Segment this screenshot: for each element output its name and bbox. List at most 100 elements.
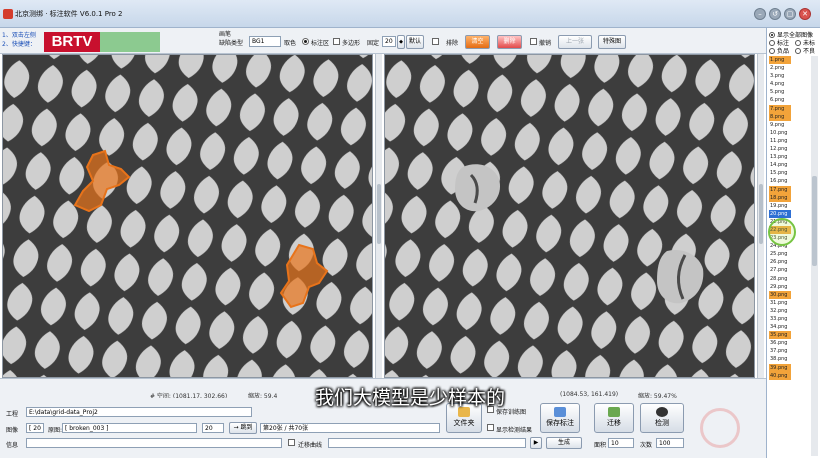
file-list-item[interactable]: 1.png <box>769 56 791 65</box>
origin-image-field[interactable]: [ broken_003 ] <box>62 423 197 433</box>
file-list-item[interactable]: 29.png <box>769 283 791 291</box>
show-detect-checkbox[interactable] <box>487 424 494 431</box>
jump-index-field[interactable]: 20 <box>202 423 224 433</box>
file-list-item[interactable]: 39.png <box>769 363 791 372</box>
image-index-field[interactable]: [ 20 ] <box>26 423 44 433</box>
color-label: 取色 <box>284 40 297 47</box>
clear-button[interactable]: 清空 <box>465 35 490 49</box>
show-detect-label: 显示检测结果 <box>496 427 533 434</box>
folder-button-label: 文件夹 <box>453 419 475 427</box>
file-list-item[interactable]: 31.png <box>769 299 791 307</box>
area-field[interactable]: 10 <box>608 438 634 448</box>
file-list-item[interactable]: 27.png <box>769 266 791 274</box>
file-list-item[interactable]: 7.png <box>769 104 791 113</box>
exclude-label: 排除 <box>446 40 459 47</box>
file-list-item[interactable]: 4.png <box>769 80 791 88</box>
file-list-item[interactable]: 30.png <box>769 290 791 299</box>
file-list-item[interactable]: 13.png <box>769 153 791 161</box>
defect-type-label: 缺陷类型 <box>219 40 244 47</box>
file-list-item[interactable]: 19.png <box>769 202 791 210</box>
generate-button[interactable]: 生成 <box>546 437 582 449</box>
file-list-item[interactable]: 35.png <box>769 331 791 340</box>
file-list-item[interactable]: 12.png <box>769 145 791 153</box>
migrate-icon <box>608 407 620 417</box>
fixed-input[interactable]: 20 <box>382 36 396 47</box>
migrate-button[interactable]: 迁移 <box>594 403 634 433</box>
camera-icon <box>656 407 668 417</box>
file-list-item[interactable]: 33.png <box>769 315 791 323</box>
brtv-logo: BRTV <box>44 32 100 52</box>
file-list-item[interactable]: 5.png <box>769 88 791 96</box>
filter-defect-option[interactable]: 不良 <box>795 46 815 55</box>
file-list-item[interactable]: 20.png <box>769 209 791 218</box>
exclude-checkbox[interactable] <box>432 38 439 45</box>
left-image-panel[interactable] <box>2 54 373 378</box>
app-icon <box>3 9 13 19</box>
label-area-label: 标注区 <box>311 40 330 47</box>
file-list-item[interactable]: 10.png <box>769 129 791 137</box>
info-field <box>26 438 282 448</box>
file-list-item[interactable]: 28.png <box>769 275 791 283</box>
filter-negative-option[interactable]: 负品 <box>769 46 789 55</box>
brush-group-label: 画笔 <box>219 31 232 38</box>
file-list-item[interactable]: 3.png <box>769 72 791 80</box>
left-panel-scrollbar[interactable] <box>375 54 382 378</box>
default-button[interactable]: 默认 <box>406 35 424 49</box>
delete-button[interactable]: 删除 <box>497 35 522 49</box>
next-small-button[interactable]: ▶ <box>530 437 542 449</box>
file-list-item[interactable]: 37.png <box>769 347 791 355</box>
file-list-item[interactable]: 14.png <box>769 161 791 169</box>
label-area-radio[interactable] <box>302 38 309 45</box>
file-list-item[interactable]: 25.png <box>769 250 791 258</box>
file-list-item[interactable]: 34.png <box>769 323 791 331</box>
fixed-label: 固定 <box>367 40 380 47</box>
file-list-item[interactable]: 38.png <box>769 355 791 363</box>
polygon-label: 多边形 <box>342 40 361 47</box>
file-list-item[interactable]: 18.png <box>769 193 791 202</box>
right-mesh-canvas[interactable] <box>385 55 755 378</box>
file-list-item[interactable]: 26.png <box>769 258 791 266</box>
file-list-item[interactable]: 40.png <box>769 371 791 380</box>
migrate-curve-checkbox[interactable] <box>288 439 295 446</box>
page-indicator: 第20张 / 共70张 <box>260 423 440 433</box>
file-list-item[interactable]: 2.png <box>769 64 791 72</box>
file-list-item[interactable]: 15.png <box>769 169 791 177</box>
undo-checkbox[interactable] <box>530 38 537 45</box>
detect-button[interactable]: 检测 <box>640 403 684 433</box>
file-list-item[interactable]: 17.png <box>769 185 791 194</box>
prev-image-button[interactable]: 上一张 <box>558 35 592 49</box>
special-image-button[interactable]: 特殊图 <box>598 35 626 49</box>
restore-icon[interactable]: ↺ <box>769 8 781 20</box>
polygon-checkbox[interactable] <box>333 38 340 45</box>
close-button[interactable]: ✕ <box>799 8 811 20</box>
video-subtitle: 我们大模型是少样本的 <box>314 387 505 409</box>
area-label: 面积 <box>594 442 607 449</box>
left-mesh-canvas[interactable] <box>3 55 373 378</box>
file-list-item[interactable]: 16.png <box>769 177 791 185</box>
right-image-panel[interactable] <box>384 54 755 378</box>
file-list-item[interactable]: 9.png <box>769 121 791 129</box>
jump-button[interactable]: → 跳到 <box>229 422 257 434</box>
file-list-scrollbar[interactable] <box>811 56 818 456</box>
right-panel-scrollbar[interactable] <box>757 54 764 378</box>
cursor-highlight <box>768 218 796 246</box>
file-list-item[interactable]: 11.png <box>769 137 791 145</box>
fixed-spin-icon[interactable]: ◆ <box>397 35 405 49</box>
project-label: 工程 <box>6 411 19 418</box>
project-path-field[interactable]: E:\data\grid-data_Proj2 <box>26 407 252 417</box>
image-label: 图像 <box>6 427 19 434</box>
title-bar <box>0 0 820 28</box>
file-list-item[interactable]: 36.png <box>769 339 791 347</box>
file-list-item[interactable]: 6.png <box>769 96 791 104</box>
hint-double-click: 1、双击左侧 <box>2 32 36 39</box>
curve-field[interactable] <box>328 438 526 448</box>
defect-type-select[interactable]: BG1 <box>249 36 281 47</box>
undo-label: 撤销 <box>539 40 552 47</box>
migrate-label: 迁移 <box>607 419 621 427</box>
file-list-item[interactable]: 8.png <box>769 112 791 121</box>
count-field[interactable]: 100 <box>656 438 684 448</box>
file-list-item[interactable]: 32.png <box>769 307 791 315</box>
maximize-button[interactable]: ▢ <box>784 8 796 20</box>
watermark-bar <box>100 32 160 52</box>
minimize-button[interactable]: – <box>754 8 766 20</box>
